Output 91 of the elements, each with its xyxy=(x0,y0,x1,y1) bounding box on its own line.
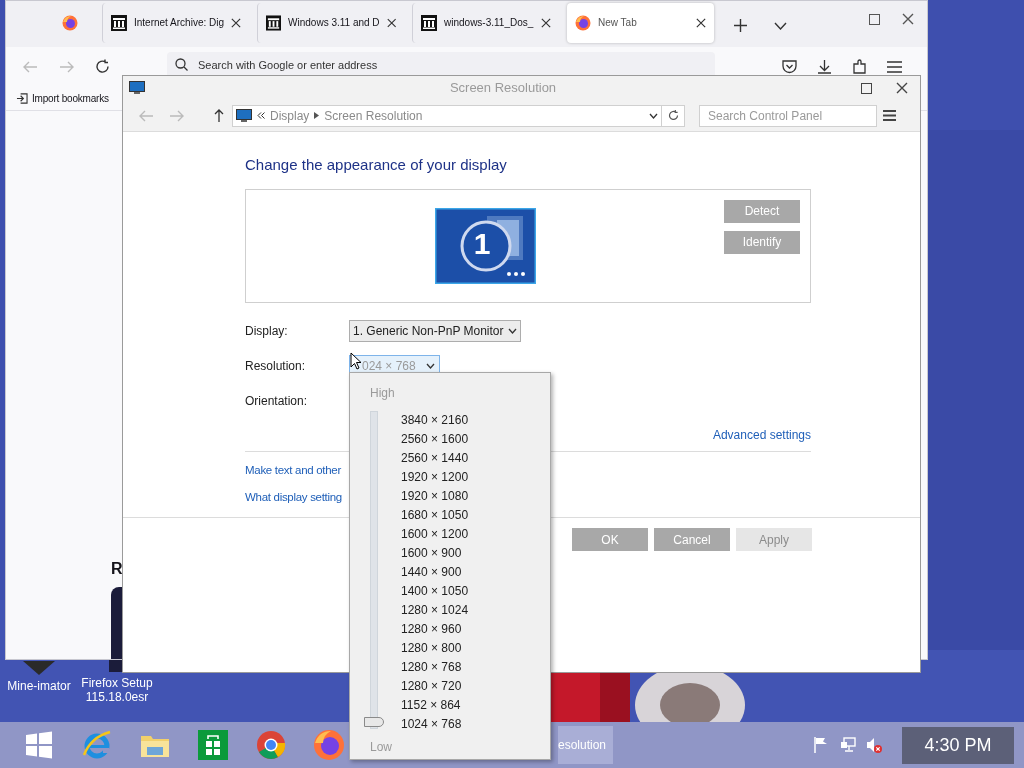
extensions-icon[interactable] xyxy=(852,59,867,75)
menu-icon[interactable] xyxy=(887,60,902,73)
windows-logo-icon[interactable] xyxy=(24,730,54,760)
firefox-icon xyxy=(575,14,591,31)
monitor-icon xyxy=(236,108,252,123)
advanced-settings-link[interactable]: Advanced settings xyxy=(712,425,811,444)
tab-title: New Tab xyxy=(598,16,638,31)
help-link[interactable]: Make text and other xyxy=(245,461,341,479)
icon-label: Mine-imator xyxy=(7,679,71,693)
archive-icon xyxy=(421,14,437,31)
chrome-icon[interactable] xyxy=(256,730,286,760)
mouse-cursor xyxy=(350,352,361,370)
resolution-option[interactable]: 1152 × 864 xyxy=(401,696,469,715)
resolution-option[interactable]: 1280 × 1024 xyxy=(401,601,469,620)
monitor-icon xyxy=(129,81,145,95)
archive-icon xyxy=(111,14,127,31)
network-icon[interactable] xyxy=(840,737,856,753)
browser-tab[interactable]: New Tab xyxy=(567,2,714,43)
speaker-muted-icon[interactable] xyxy=(866,737,882,753)
double-chevron-icon xyxy=(257,112,265,119)
close-icon[interactable] xyxy=(386,17,396,28)
slider-thumb[interactable] xyxy=(364,717,384,727)
up-icon[interactable] xyxy=(214,109,224,122)
close-icon[interactable] xyxy=(902,12,914,25)
browser-tab[interactable]: Windows 3.11 and D xyxy=(257,2,404,43)
refresh-button[interactable] xyxy=(662,104,685,127)
maximize-icon[interactable] xyxy=(861,82,872,94)
field-label: Display: xyxy=(245,323,289,340)
resolution-option[interactable]: 1280 × 800 xyxy=(401,639,469,658)
browser-tab[interactable]: windows-3.11_Dos_ xyxy=(412,2,559,43)
chevron-down-icon xyxy=(507,328,517,334)
chevron-down-icon xyxy=(426,363,435,369)
resolution-option[interactable]: 2560 × 1600 xyxy=(401,430,469,449)
clock[interactable]: 4:30 PM xyxy=(902,726,1014,764)
slider-track[interactable] xyxy=(364,411,384,729)
new-tab-icon[interactable] xyxy=(734,18,747,32)
refresh-icon xyxy=(667,110,679,121)
window-title: Screen Resolution xyxy=(448,79,558,98)
close-icon[interactable] xyxy=(696,17,706,28)
field-label: Orientation: xyxy=(245,393,309,410)
bookmark-item[interactable]: Import bookmarks xyxy=(32,91,109,106)
close-icon[interactable] xyxy=(231,17,241,28)
resolution-option[interactable]: 1400 × 1050 xyxy=(401,582,469,601)
close-icon[interactable] xyxy=(541,17,551,28)
import-icon xyxy=(16,93,28,104)
monitor-tile[interactable] xyxy=(435,207,536,284)
download-icon[interactable] xyxy=(817,59,832,75)
display-dropdown[interactable]: 1. Generic Non-PnP Monitor xyxy=(349,320,521,342)
firefox-icon xyxy=(313,729,345,761)
resolution-option[interactable]: 1680 × 1050 xyxy=(401,506,469,525)
menu-icon[interactable] xyxy=(883,110,896,121)
browser-tab[interactable]: Internet Archive: Dig xyxy=(102,2,249,43)
address-bar[interactable]: Display Screen Resolution xyxy=(232,104,662,127)
page-heading: Change the appearance of your display xyxy=(245,155,508,175)
icon-label: Firefox Setup 115.18.0esr xyxy=(80,676,154,704)
low-label: Low xyxy=(370,739,393,756)
resolution-option[interactable]: 1280 × 720 xyxy=(401,677,469,696)
resolution-option[interactable]: 1920 × 1200 xyxy=(401,468,469,487)
breadcrumb-item[interactable]: Screen Resolution xyxy=(324,106,423,125)
separator-arrow-icon xyxy=(314,112,320,119)
tab-title: Internet Archive: Dig xyxy=(133,16,224,31)
resolution-option[interactable]: 1920 × 1080 xyxy=(401,487,469,506)
resolution-option[interactable]: 1280 × 960 xyxy=(401,620,469,639)
resolution-option[interactable]: 1024 × 768 xyxy=(401,715,469,734)
resolution-option[interactable]: 2560 × 1440 xyxy=(401,449,469,468)
search-icon xyxy=(175,58,188,72)
close-icon[interactable] xyxy=(896,82,908,94)
shortcut-tile xyxy=(111,587,123,659)
store-icon[interactable] xyxy=(198,730,228,760)
breadcrumb-item[interactable]: Display xyxy=(270,106,310,125)
high-label: High xyxy=(370,385,396,402)
section-heading: R xyxy=(111,559,123,579)
monitor-number: 1 xyxy=(473,225,491,262)
help-link[interactable]: What display setting xyxy=(245,488,342,506)
chevron-down-icon[interactable] xyxy=(649,112,658,119)
maximize-icon[interactable] xyxy=(869,13,880,25)
resolution-option[interactable]: 1280 × 768 xyxy=(401,658,469,677)
resolution-option[interactable]: 1600 × 900 xyxy=(401,544,469,563)
firefox-icon xyxy=(62,14,78,31)
flag-icon[interactable] xyxy=(814,737,828,753)
address-field[interactable]: Search with Google or enter address xyxy=(167,51,715,78)
resolution-option[interactable]: 3840 × 2160 xyxy=(401,411,469,430)
resolution-option[interactable]: 1440 × 900 xyxy=(401,563,469,582)
tab-title: windows-3.11_Dos_ xyxy=(444,16,534,31)
field-label: Resolution: xyxy=(245,358,307,375)
reload-icon[interactable] xyxy=(95,59,110,75)
tab-title: Windows 3.11 and D xyxy=(288,16,380,31)
chevron-down-icon[interactable] xyxy=(774,21,787,30)
archive-icon xyxy=(266,14,282,31)
pocket-icon[interactable] xyxy=(782,59,797,74)
resolution-option[interactable]: 1600 × 1200 xyxy=(401,525,469,544)
